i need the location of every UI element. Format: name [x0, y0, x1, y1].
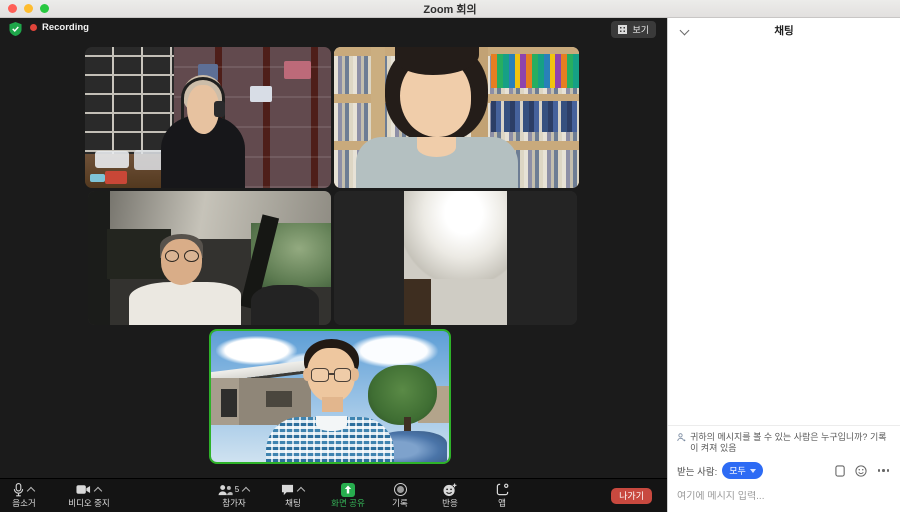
- video-tile-active-speaker[interactable]: [209, 329, 451, 464]
- desk-clutter: [105, 171, 127, 184]
- shirt-collar: [316, 416, 347, 430]
- minimize-button[interactable]: [24, 4, 33, 13]
- chat-header: 채팅: [668, 18, 900, 44]
- window-title: Zoom 회의: [0, 1, 900, 17]
- chat-input-row: [677, 486, 891, 504]
- chat-footer: 귀하의 메시지를 볼 수 있는 사람은 누구입니까? 기록이 켜져 있음 받는 …: [668, 425, 900, 512]
- participants-button[interactable]: 5 참가자: [202, 481, 266, 511]
- view-button[interactable]: 보기: [611, 21, 656, 38]
- more-options-icon[interactable]: [876, 467, 892, 474]
- cloud: [349, 334, 439, 368]
- recipient-value: 모두: [729, 464, 746, 477]
- recipient-label: 받는 사람:: [677, 464, 717, 478]
- microphone-icon: [13, 483, 24, 497]
- headphone-earcup: [214, 101, 225, 118]
- chevron-down-icon[interactable]: [680, 26, 690, 36]
- person-question-icon: [677, 432, 686, 443]
- video-tile-bookshelf-woman[interactable]: [334, 47, 579, 188]
- video-tile-car-man[interactable]: [88, 191, 331, 325]
- books: [250, 86, 272, 102]
- recording-label: Recording: [42, 22, 89, 33]
- video-tile-portrait-man[interactable]: [334, 191, 577, 325]
- stop-video-button[interactable]: 비디오 중지: [50, 481, 128, 511]
- ceiling-glare: [404, 191, 506, 279]
- participant-face: [161, 239, 202, 285]
- stage-status-row: Recording 보기: [0, 18, 667, 40]
- record-label: 기록: [380, 498, 420, 508]
- encryption-shield-icon: [9, 22, 22, 36]
- participants-icon: [218, 484, 233, 496]
- zoom-meeting-window: Zoom 회의 Recording 보기: [0, 0, 900, 512]
- emoji-icon[interactable]: [855, 465, 867, 477]
- glasses: [311, 368, 351, 382]
- participants-label: 참가자: [202, 498, 266, 508]
- chat-panel: 채팅 귀하의 메시지를 볼 수 있는 사람은 누구입니까? 기록이 켜져 있음 …: [667, 18, 900, 512]
- participant-ear: [350, 368, 358, 381]
- titlebar: Zoom 회의: [0, 0, 900, 18]
- apps-icon: [496, 483, 509, 496]
- gallery-grid-icon: [618, 25, 627, 34]
- mute-options-caret-icon[interactable]: [28, 486, 35, 493]
- video-camera-icon: [76, 484, 91, 495]
- video-options-caret-icon[interactable]: [95, 486, 102, 493]
- recording-indicator[interactable]: Recording: [30, 22, 89, 33]
- desk-clutter: [134, 150, 164, 170]
- stop-video-label: 비디오 중지: [50, 498, 128, 508]
- building-window: [266, 391, 292, 407]
- mute-button[interactable]: 음소거: [2, 481, 46, 511]
- reactions-smiley-icon: [443, 483, 457, 497]
- recording-dot-icon: [30, 24, 37, 31]
- apps-button[interactable]: 앱: [480, 481, 524, 511]
- reactions-button[interactable]: 반응: [428, 481, 472, 511]
- record-icon: [394, 483, 407, 496]
- leave-button[interactable]: 나가기: [611, 488, 652, 504]
- apps-label: 앱: [480, 498, 524, 508]
- share-screen-label: 화면 공유: [320, 498, 376, 508]
- chat-label: 채팅: [270, 498, 316, 508]
- video-stage: Recording 보기: [0, 18, 667, 478]
- chat-privacy-notice-text: 귀하의 메시지를 볼 수 있는 사람은 누구입니까? 기록이 켜져 있음: [690, 432, 891, 454]
- mute-label: 음소거: [2, 498, 46, 508]
- portrait-video: [404, 191, 506, 325]
- chat-compose-row: 받는 사람: 모두: [677, 462, 891, 479]
- reactions-label: 반응: [428, 498, 472, 508]
- compose-icons: [835, 465, 892, 477]
- glasses: [165, 250, 199, 262]
- chat-bubble-icon: [281, 484, 294, 496]
- recipient-selector[interactable]: 모두: [722, 462, 763, 479]
- participants-count: 5: [235, 485, 239, 494]
- close-button[interactable]: [8, 4, 17, 13]
- view-label: 보기: [632, 23, 649, 36]
- desk-clutter: [95, 151, 129, 168]
- chat-message-list[interactable]: [668, 44, 900, 425]
- file-attach-icon[interactable]: [835, 465, 846, 477]
- door-frame: [404, 279, 431, 325]
- desk-clutter: [90, 174, 105, 182]
- chat-options-caret-icon[interactable]: [298, 486, 305, 493]
- share-screen-button[interactable]: 화면 공유: [320, 481, 376, 511]
- pink-box: [284, 61, 311, 79]
- chat-message-input[interactable]: [677, 491, 891, 502]
- video-tile-office-woman[interactable]: [85, 47, 331, 188]
- building-window: [221, 389, 238, 418]
- window-controls: [8, 4, 49, 13]
- meeting-toolbar: 음소거 비디오 중지 5: [0, 478, 667, 512]
- chat-button[interactable]: 채팅: [270, 481, 316, 511]
- chat-privacy-notice: 귀하의 메시지를 볼 수 있는 사람은 누구입니까? 기록이 켜져 있음: [677, 432, 891, 454]
- fullscreen-button[interactable]: [40, 4, 49, 13]
- record-button[interactable]: 기록: [380, 481, 420, 511]
- share-screen-icon: [341, 483, 355, 497]
- participant-shirt: [129, 282, 241, 325]
- car-seat: [251, 285, 319, 325]
- colorful-books: [491, 54, 579, 88]
- chat-panel-title: 채팅: [668, 18, 900, 44]
- participant-neck: [322, 397, 343, 413]
- navy-books: [491, 101, 579, 132]
- participants-options-caret-icon[interactable]: [243, 486, 250, 493]
- dropdown-caret-icon: [750, 469, 756, 473]
